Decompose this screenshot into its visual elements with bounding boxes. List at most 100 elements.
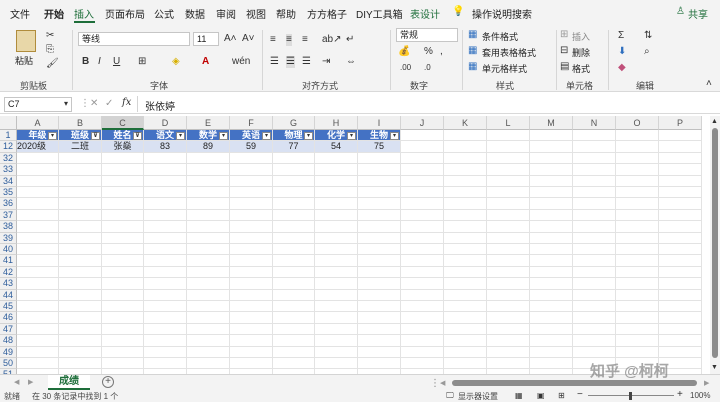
empty-cell[interactable] <box>573 312 616 324</box>
table-data-cell[interactable]: 54 <box>315 141 358 153</box>
empty-cell[interactable] <box>102 301 144 313</box>
phonetic-icon[interactable]: wén <box>232 56 250 68</box>
row-header[interactable]: 33 <box>0 164 17 176</box>
table-data-cell[interactable]: 二班 <box>59 141 102 153</box>
enter-icon[interactable]: ✓ <box>105 98 113 110</box>
sort-filter-icon[interactable]: ⇅ <box>644 30 652 42</box>
empty-cell[interactable] <box>530 323 573 336</box>
empty-cell[interactable] <box>17 232 59 244</box>
empty-cell[interactable] <box>273 312 315 324</box>
empty-cell[interactable] <box>273 335 315 347</box>
empty-cell[interactable] <box>59 278 102 290</box>
cancel-icon[interactable]: ✕ <box>90 98 98 110</box>
empty-cell[interactable] <box>315 278 358 290</box>
column-header[interactable]: I <box>358 116 401 130</box>
table-header-cell[interactable]: 班级 ⊽ <box>59 130 102 142</box>
empty-cell[interactable] <box>17 187 59 199</box>
empty-cell[interactable] <box>573 255 616 267</box>
empty-cell[interactable] <box>17 323 59 336</box>
empty-cell[interactable] <box>487 255 530 267</box>
scroll-left-icon[interactable]: ◀ <box>440 378 445 390</box>
empty-cell[interactable] <box>144 346 187 358</box>
empty-cell[interactable] <box>273 255 315 267</box>
empty-cell[interactable] <box>230 301 273 313</box>
empty-cell[interactable] <box>144 289 187 301</box>
empty-cell[interactable] <box>530 266 573 279</box>
empty-cell[interactable] <box>659 278 702 290</box>
page-layout-view-icon[interactable]: ▣ <box>537 390 545 402</box>
wrap-text-icon[interactable]: ↵ <box>346 34 354 46</box>
empty-cell[interactable] <box>659 335 702 347</box>
row-header[interactable]: 36 <box>0 198 17 210</box>
row-header[interactable]: 49 <box>0 346 17 358</box>
empty-cell[interactable] <box>59 164 102 176</box>
table-header-cell[interactable]: 年级 ▾ <box>17 130 59 142</box>
column-header[interactable]: D <box>144 116 187 130</box>
empty-cell[interactable] <box>401 198 444 210</box>
empty-cell[interactable] <box>144 255 187 267</box>
tab-fangfang[interactable]: 方方格子 <box>307 6 347 21</box>
empty-cell[interactable] <box>102 244 144 256</box>
empty-cell[interactable] <box>573 175 616 187</box>
table-data-cell[interactable]: 75 <box>358 141 401 153</box>
empty-cell[interactable] <box>102 221 144 233</box>
empty-cell[interactable] <box>659 209 702 222</box>
normal-view-icon[interactable]: ▦ <box>515 390 523 402</box>
tab-insert[interactable]: 插入 <box>74 6 94 21</box>
column-header[interactable]: E <box>187 116 230 130</box>
empty-cell[interactable] <box>358 266 401 279</box>
empty-cell[interactable] <box>102 232 144 244</box>
empty-cell[interactable] <box>59 335 102 347</box>
empty-cell[interactable] <box>102 198 144 210</box>
empty-cell[interactable] <box>17 164 59 176</box>
empty-cell[interactable] <box>530 187 573 199</box>
table-header-cell[interactable]: 物理 ▾ <box>273 130 315 142</box>
empty-cell[interactable] <box>487 358 530 370</box>
copy-icon[interactable]: ⎘ <box>46 44 54 56</box>
empty-cell[interactable] <box>659 289 702 301</box>
empty-cell[interactable] <box>573 221 616 233</box>
empty-cell[interactable] <box>358 323 401 336</box>
empty-cell[interactable] <box>315 209 358 222</box>
indent-icon[interactable]: ⇥ <box>322 56 330 68</box>
empty-cell[interactable] <box>573 346 616 358</box>
empty-cell[interactable] <box>187 152 230 165</box>
empty-cell[interactable] <box>616 266 659 279</box>
font-color-icon[interactable]: A <box>202 56 209 68</box>
empty-cell[interactable] <box>616 232 659 244</box>
empty-cell[interactable] <box>530 221 573 233</box>
empty-cell[interactable] <box>315 152 358 165</box>
empty-cell[interactable] <box>444 232 487 244</box>
empty-cell[interactable] <box>187 323 230 336</box>
empty-cell[interactable] <box>444 323 487 336</box>
column-header[interactable]: J <box>401 116 444 130</box>
row-header[interactable]: 34 <box>0 175 17 187</box>
empty-cell[interactable] <box>487 323 530 336</box>
row-header[interactable]: 50 <box>0 358 17 370</box>
empty-cell[interactable] <box>358 198 401 210</box>
tab-formulas[interactable]: 公式 <box>154 6 174 21</box>
empty-cell[interactable] <box>315 255 358 267</box>
empty-cell[interactable] <box>573 198 616 210</box>
empty-cell[interactable] <box>273 164 315 176</box>
empty-cell[interactable] <box>616 255 659 267</box>
empty-cell[interactable] <box>487 198 530 210</box>
empty-cell[interactable] <box>358 232 401 244</box>
empty-cell[interactable] <box>59 221 102 233</box>
empty-cell[interactable] <box>17 312 59 324</box>
decrease-decimal-icon[interactable]: .0 <box>424 62 431 74</box>
empty-cell[interactable] <box>530 130 573 142</box>
empty-cell[interactable] <box>315 164 358 176</box>
paste-icon[interactable] <box>16 30 36 52</box>
empty-cell[interactable] <box>315 358 358 370</box>
empty-cell[interactable] <box>273 289 315 301</box>
row-header[interactable]: 37 <box>0 209 17 222</box>
empty-cell[interactable] <box>17 335 59 347</box>
empty-cell[interactable] <box>616 152 659 165</box>
empty-cell[interactable] <box>487 244 530 256</box>
table-header-cell[interactable]: 英语 ▾ <box>230 130 273 142</box>
empty-cell[interactable] <box>102 323 144 336</box>
empty-cell[interactable] <box>273 221 315 233</box>
empty-cell[interactable] <box>144 232 187 244</box>
empty-cell[interactable] <box>273 152 315 165</box>
